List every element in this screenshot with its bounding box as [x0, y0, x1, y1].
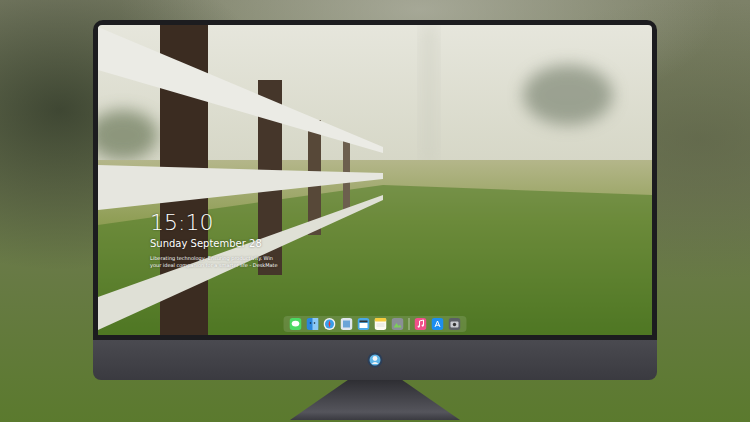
brand-logo-icon [367, 352, 383, 368]
screen: 15:10 Sunday September 28 Liberating tec… [98, 25, 652, 335]
monitor-stand [290, 380, 460, 420]
safari-icon[interactable] [324, 318, 336, 330]
camera-icon[interactable] [449, 318, 461, 330]
app-store-icon[interactable] [432, 318, 444, 330]
finder-icon[interactable] [307, 318, 319, 330]
monitor-chin [93, 340, 657, 380]
monitor-bezel: 15:10 Sunday September 28 Liberating tec… [93, 20, 657, 340]
music-icon[interactable] [415, 318, 427, 330]
tagline-line: your ideal companion for a smarter life … [150, 262, 278, 269]
preview-icon[interactable] [341, 318, 353, 330]
monitor: 15:10 Sunday September 28 Liberating tec… [93, 20, 657, 422]
photos-icon[interactable] [392, 318, 404, 330]
tagline: Liberating technology, Ensuring producti… [150, 255, 278, 268]
tagline-line: Liberating technology, Ensuring producti… [150, 255, 278, 262]
wallpaper-image [98, 25, 652, 335]
clock-date: Sunday September 28 [150, 237, 278, 250]
notes-icon[interactable] [375, 318, 387, 330]
video-clapper-icon[interactable] [358, 318, 370, 330]
dock-separator [409, 318, 410, 330]
lock-screen-clock: 15:10 Sunday September 28 Liberating tec… [150, 211, 278, 268]
dock [284, 316, 467, 332]
clock-time: 15:10 [150, 211, 278, 235]
messages-icon[interactable] [290, 318, 302, 330]
desktop-preview: 15:10 Sunday September 28 Liberating tec… [0, 0, 750, 422]
